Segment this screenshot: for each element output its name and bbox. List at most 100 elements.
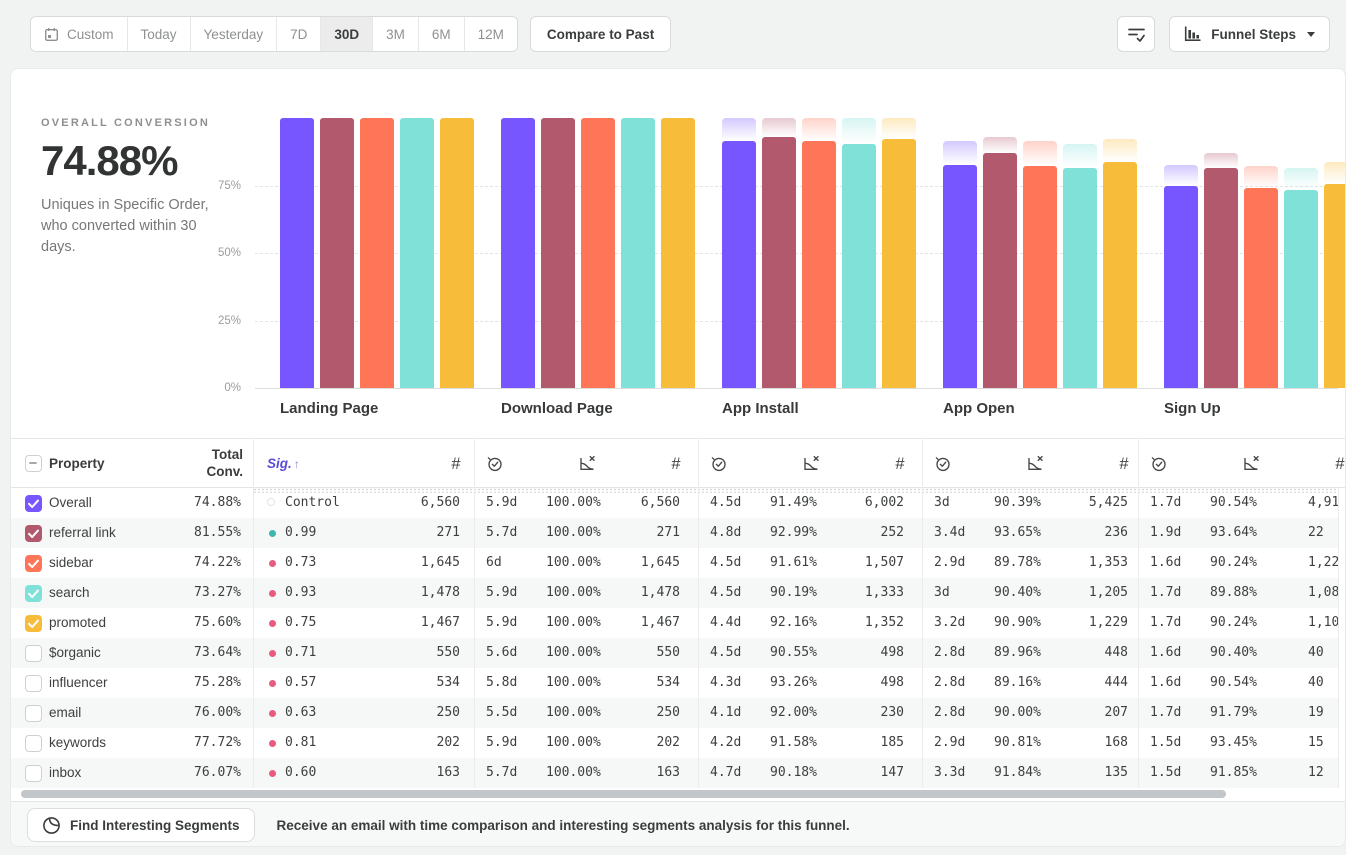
table-row[interactable]: email76.00%0.632505.5d100.00%2504.1d92.0… bbox=[11, 698, 1345, 728]
funnel-bar[interactable] bbox=[1204, 168, 1238, 388]
funnel-step-label: Sign Up bbox=[1164, 400, 1221, 417]
dropoff-ghost-bar bbox=[882, 118, 916, 141]
table-row[interactable]: sidebar74.22%0.731,6456d100.00%1,6454.5d… bbox=[11, 548, 1345, 578]
funnel-bar[interactable] bbox=[1023, 166, 1057, 388]
date-range-30d[interactable]: 30D bbox=[320, 17, 372, 51]
property-name: influencer bbox=[49, 668, 108, 698]
row-checkbox[interactable] bbox=[25, 495, 42, 512]
column-header-time-to-convert[interactable] bbox=[934, 455, 951, 477]
row-checkbox[interactable] bbox=[25, 555, 42, 572]
funnel-bar[interactable] bbox=[360, 118, 394, 388]
horizontal-scrollbar-thumb[interactable] bbox=[21, 790, 1226, 798]
date-range-custom[interactable]: Custom bbox=[31, 17, 127, 51]
step-time-to-convert: 1.5d bbox=[1150, 758, 1181, 788]
table-row[interactable]: keywords77.72%0.812025.9d100.00%2024.2d9… bbox=[11, 728, 1345, 758]
funnel-bar[interactable] bbox=[581, 118, 615, 388]
row-checkbox[interactable] bbox=[25, 735, 42, 752]
dropoff-ghost-bar bbox=[762, 118, 796, 139]
table-row[interactable]: search73.27%0.931,4785.9d100.00%1,4784.5… bbox=[11, 578, 1345, 608]
toolbar: Custom TodayYesterday7D 30D 3M6M 12M Compare… bbox=[0, 0, 1346, 68]
row-checkbox[interactable] bbox=[25, 765, 42, 782]
funnel-bar[interactable] bbox=[1103, 162, 1137, 388]
funnel-bar[interactable] bbox=[621, 118, 655, 388]
funnel-bar[interactable] bbox=[661, 118, 695, 388]
total-conversion-value: 76.07% bbox=[159, 758, 241, 788]
funnel-report-card: OVERALL CONVERSION 74.88% Uniques in Spe… bbox=[10, 68, 1346, 847]
column-header-time-to-convert[interactable] bbox=[1150, 455, 1167, 477]
date-range-label: 30D bbox=[334, 27, 359, 42]
step-count: 1,467 bbox=[574, 608, 680, 638]
bar-chart-icon bbox=[1184, 26, 1202, 42]
column-header-time-to-convert[interactable] bbox=[486, 455, 503, 477]
column-header-property[interactable]: Property bbox=[49, 439, 105, 489]
column-header-time-to-convert[interactable] bbox=[710, 455, 727, 477]
find-interesting-segments-button[interactable]: Find Interesting Segments bbox=[27, 808, 255, 842]
column-header-total-conv[interactable]: Total Conv. bbox=[179, 439, 243, 489]
significance-value: 0.93 bbox=[285, 578, 316, 608]
funnel-bar[interactable] bbox=[541, 118, 575, 388]
table-row[interactable]: influencer75.28%0.575345.8d100.00%5344.3… bbox=[11, 668, 1345, 698]
column-header-count[interactable]: # bbox=[1238, 439, 1344, 489]
calendar-icon bbox=[44, 27, 59, 42]
column-header-count[interactable]: # bbox=[798, 439, 904, 489]
date-range-label: Custom bbox=[67, 27, 114, 42]
date-range-12m[interactable]: 12M bbox=[464, 17, 517, 51]
date-range-today[interactable]: Today bbox=[127, 17, 190, 51]
funnel-step-label: App Install bbox=[722, 400, 799, 417]
row-checkbox[interactable] bbox=[25, 525, 42, 542]
funnel-bar[interactable] bbox=[983, 153, 1017, 388]
step-time-to-convert: 2.8d bbox=[934, 698, 965, 728]
table-row[interactable]: referral link81.55%0.992715.7d100.00%271… bbox=[11, 518, 1345, 548]
funnel-bar[interactable] bbox=[400, 118, 434, 388]
funnel-bar[interactable] bbox=[280, 118, 314, 388]
date-range-7d[interactable]: 7D bbox=[276, 17, 320, 51]
funnel-bar[interactable] bbox=[722, 141, 756, 388]
funnel-bar[interactable] bbox=[762, 137, 796, 388]
funnel-bar[interactable] bbox=[320, 118, 354, 388]
funnel-bar[interactable] bbox=[882, 139, 916, 388]
funnel-bar[interactable] bbox=[943, 165, 977, 388]
step-time-to-convert: 1.7d bbox=[1150, 608, 1181, 638]
step-conversion-rate: 90.54% bbox=[1210, 668, 1257, 698]
step-conversion-rate: 90.24% bbox=[1210, 608, 1257, 638]
step-time-to-convert: 5.9d bbox=[486, 608, 517, 638]
funnel-bar[interactable] bbox=[1063, 168, 1097, 388]
row-checkbox[interactable] bbox=[25, 585, 42, 602]
funnel-bar[interactable] bbox=[440, 118, 474, 388]
date-range-yesterday[interactable]: Yesterday bbox=[190, 17, 277, 51]
column-header-count-step1[interactable]: # bbox=[341, 439, 460, 489]
funnel-bar[interactable] bbox=[501, 118, 535, 388]
funnel-bar[interactable] bbox=[802, 141, 836, 388]
metric-options-button[interactable] bbox=[1117, 16, 1155, 52]
table-row[interactable]: inbox76.07%0.601635.7d100.00%1634.7d90.1… bbox=[11, 758, 1345, 788]
date-range-label: 12M bbox=[478, 27, 504, 42]
significance-value: 0.57 bbox=[285, 668, 316, 698]
y-axis-tick-label: 75% bbox=[161, 178, 241, 194]
step-conversion-rate: 90.24% bbox=[1210, 548, 1257, 578]
column-header-count[interactable]: # bbox=[1022, 439, 1128, 489]
funnel-bar[interactable] bbox=[1164, 186, 1198, 388]
funnel-bar[interactable] bbox=[842, 144, 876, 388]
compare-to-past-button[interactable]: Compare to Past bbox=[530, 16, 671, 52]
row-checkbox[interactable] bbox=[25, 615, 42, 632]
dropoff-ghost-bar bbox=[1063, 144, 1097, 169]
funnel-bar[interactable] bbox=[1244, 188, 1278, 388]
table-row[interactable]: $organic73.64%0.715505.6d100.00%5504.5d9… bbox=[11, 638, 1345, 668]
funnel-bar[interactable] bbox=[1284, 190, 1318, 388]
date-range-6m[interactable]: 6M bbox=[418, 17, 464, 51]
row-checkbox[interactable] bbox=[25, 705, 42, 722]
step-count: 185 bbox=[798, 728, 904, 758]
column-header-count[interactable]: # bbox=[574, 439, 680, 489]
step-time-to-convert: 1.6d bbox=[1150, 548, 1181, 578]
table-row[interactable]: promoted75.60%0.751,4675.9d100.00%1,4674… bbox=[11, 608, 1345, 638]
chart-type-selector[interactable]: Funnel Steps bbox=[1169, 16, 1330, 52]
segments-icon bbox=[42, 816, 61, 835]
date-range-3m[interactable]: 3M bbox=[372, 17, 418, 51]
row-checkbox[interactable] bbox=[25, 645, 42, 662]
step-time-to-convert: 1.9d bbox=[1150, 518, 1181, 548]
property-name: inbox bbox=[49, 758, 81, 788]
column-header-significance[interactable]: Sig.↑ bbox=[267, 439, 300, 489]
select-all-checkbox[interactable] bbox=[25, 455, 42, 472]
row-checkbox[interactable] bbox=[25, 675, 42, 692]
funnel-bar[interactable] bbox=[1324, 184, 1346, 388]
